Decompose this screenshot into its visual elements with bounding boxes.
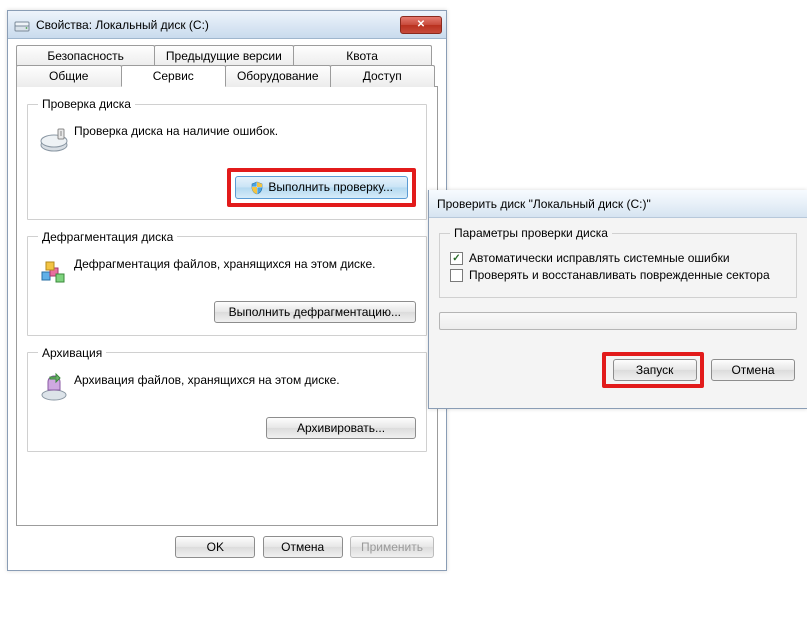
option-scan-sectors[interactable]: Проверять и восстанавливать поврежденные… — [450, 268, 786, 282]
check-window-title: Проверить диск "Локальный диск (C:)" — [437, 197, 651, 211]
check-options-legend: Параметры проверки диска — [450, 226, 612, 240]
tabs-area: Безопасность Предыдущие версии Квота Общ… — [8, 39, 446, 526]
defrag-icon — [38, 254, 74, 289]
tab-body: Проверка диска Проверка диска на наличие… — [16, 86, 438, 526]
check-dialog-buttons: Запуск Отмена — [439, 352, 797, 404]
option-fix-errors-label: Автоматически исправлять системные ошибк… — [469, 251, 730, 265]
tab-hardware[interactable]: Оборудование — [225, 65, 331, 87]
window-title: Свойства: Локальный диск (C:) — [36, 18, 400, 32]
tab-tools[interactable]: Сервис — [121, 65, 227, 87]
backup-icon — [38, 370, 74, 405]
option-fix-errors[interactable]: ✓ Автоматически исправлять системные оши… — [450, 251, 786, 265]
titlebar[interactable]: Свойства: Локальный диск (C:) ✕ — [8, 11, 446, 39]
check-options-group: Параметры проверки диска ✓ Автоматически… — [439, 226, 797, 298]
tab-previous-versions[interactable]: Предыдущие версии — [154, 45, 293, 66]
checkbox-icon — [450, 269, 463, 282]
group-check-disk: Проверка диска Проверка диска на наличие… — [27, 97, 427, 220]
tab-security[interactable]: Безопасность — [16, 45, 155, 66]
tab-quota[interactable]: Квота — [293, 45, 432, 66]
close-icon: ✕ — [417, 19, 425, 30]
apply-button: Применить — [350, 536, 434, 558]
tab-general[interactable]: Общие — [16, 65, 122, 87]
start-button[interactable]: Запуск — [613, 359, 697, 381]
checkdisk-icon — [38, 121, 74, 156]
option-scan-sectors-label: Проверять и восстанавливать поврежденные… — [469, 268, 770, 282]
backup-now-button[interactable]: Архивировать... — [266, 417, 416, 439]
properties-window: Свойства: Локальный диск (C:) ✕ Безопасн… — [7, 10, 447, 571]
check-text: Проверка диска на наличие ошибок. — [74, 121, 416, 140]
group-defrag: Дефрагментация диска Дефрагментация файл… — [27, 230, 427, 336]
group-backup: Архивация Архивация файлов, хранящихся н… — [27, 346, 427, 452]
check-titlebar[interactable]: Проверить диск "Локальный диск (C:)" — [429, 190, 807, 218]
legend-defrag: Дефрагментация диска — [38, 230, 177, 244]
progress-bar — [439, 312, 797, 330]
legend-backup: Архивация — [38, 346, 106, 360]
defrag-text: Дефрагментация файлов, хранящихся на это… — [74, 254, 416, 273]
checkbox-icon: ✓ — [450, 252, 463, 265]
tab-sharing[interactable]: Доступ — [330, 65, 436, 87]
legend-check: Проверка диска — [38, 97, 135, 111]
ok-button[interactable]: OK — [175, 536, 255, 558]
highlight-frame: Выполнить проверку... — [227, 168, 416, 207]
drive-icon — [14, 17, 30, 33]
check-now-button[interactable]: Выполнить проверку... — [235, 176, 408, 199]
check-disk-window: Проверить диск "Локальный диск (C:)" Пар… — [428, 190, 807, 409]
dialog-buttons: OK Отмена Применить — [8, 526, 446, 570]
check-now-label: Выполнить проверку... — [268, 180, 393, 194]
close-button[interactable]: ✕ — [400, 16, 442, 34]
backup-text: Архивация файлов, хранящихся на этом дис… — [74, 370, 416, 389]
shield-icon — [250, 181, 264, 195]
check-cancel-button[interactable]: Отмена — [711, 359, 795, 381]
highlight-frame: Запуск — [602, 352, 704, 388]
defrag-now-button[interactable]: Выполнить дефрагментацию... — [214, 301, 416, 323]
cancel-button[interactable]: Отмена — [263, 536, 343, 558]
